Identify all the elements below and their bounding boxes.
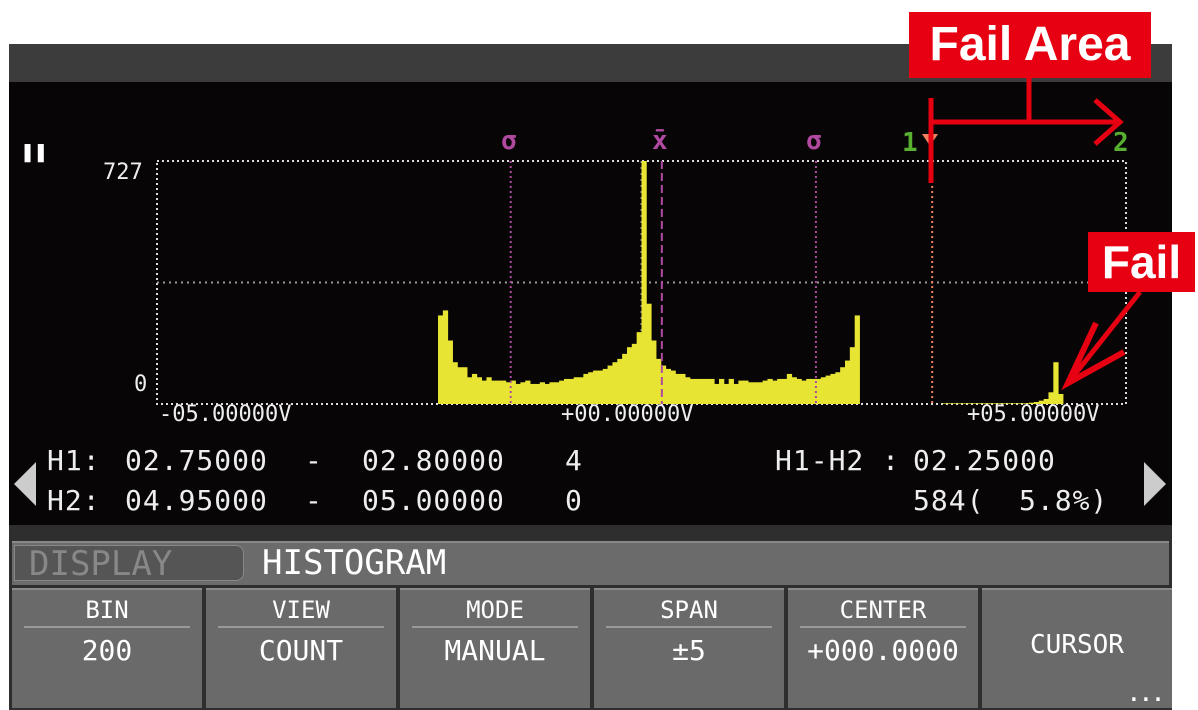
fail-annotation: Fail (1088, 232, 1195, 292)
fail-area-annotation: Fail Area (909, 12, 1151, 78)
fail-pointer-line (1066, 290, 1142, 385)
annotation-overlay (928, 78, 1142, 391)
